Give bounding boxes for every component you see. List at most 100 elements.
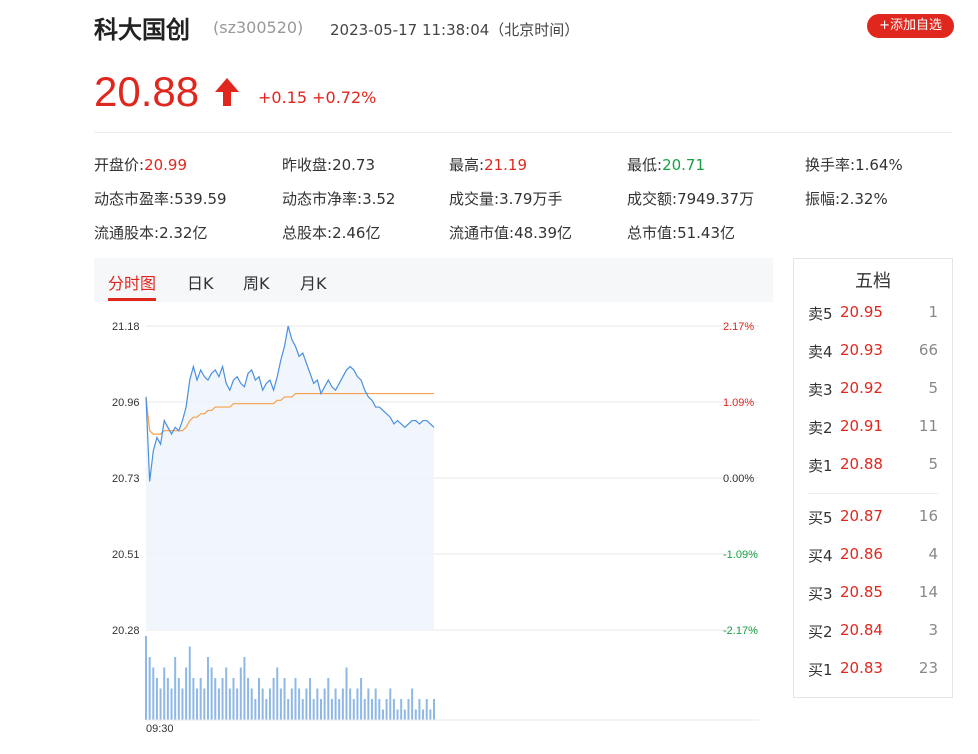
order-book-label: 卖4 [808,343,833,361]
volume-bar [352,699,355,720]
volume-bar [305,688,308,720]
volume-bar [414,709,417,720]
order-book-volume: 16 [918,507,938,525]
volume-bar [254,699,257,720]
volume-bar [236,688,239,720]
order-book-label: 卖5 [808,305,833,323]
order-book-volume: 5 [928,455,938,473]
order-book-label: 买2 [808,623,833,641]
order-book-volume: 4 [928,545,938,563]
volume-bar [279,688,282,720]
percent-tick-label: -1.09% [723,549,758,561]
bid-row-3: 买3 20.85 14 [808,583,938,607]
volume-bar [188,646,191,720]
volume-bar [232,678,235,720]
volume-bar [206,657,209,720]
order-book-label: 买1 [808,661,833,679]
stat-amount: 成交额:7949.37万 [627,190,755,208]
order-book-divider [808,493,938,494]
volume-bar [341,688,344,720]
order-book-label: 买4 [808,547,833,565]
volume-bar [298,688,301,720]
tab-monthly-k[interactable]: 月K [300,270,327,294]
ask-row-3: 卖3 20.92 5 [808,379,938,403]
stock-name: 科大国创 [94,16,190,44]
stat-float-shares: 流通股本:2.32亿 [94,224,208,242]
volume-bar [152,667,155,720]
order-book-price: 20.87 [840,507,883,525]
order-book-label: 卖1 [808,457,833,475]
volume-bar [422,709,425,720]
volume-bar [199,678,202,720]
volume-bar [210,667,213,720]
order-book-price: 20.93 [840,341,883,359]
volume-bar [155,678,158,720]
volume-bar [283,678,286,720]
volume-bar [228,688,231,720]
volume-bar [196,688,199,720]
volume-bar [276,667,279,720]
order-book-price: 20.91 [840,417,883,435]
volume-bar [367,688,370,720]
volume-bar [177,678,180,720]
volume-bar [268,688,271,720]
volume-bar [174,657,177,720]
volume-bar [407,699,410,720]
order-book-volume: 23 [918,659,938,677]
volume-bar [243,657,246,720]
volume-bar [389,688,392,720]
active-tab-indicator [108,298,156,301]
ask-row-5: 卖5 20.95 1 [808,303,938,327]
volume-bar [290,688,293,720]
volume-bar [181,688,184,720]
stat-pb: 动态市净率:3.52 [282,190,396,208]
volume-bar [301,699,304,720]
volume-bar [433,699,435,720]
order-book-price: 20.88 [840,455,883,473]
x-axis-label: 09:30 [146,723,174,735]
volume-bar [400,699,403,720]
volume-bar [360,678,363,720]
volume-bar [166,678,169,720]
price-tick-label: 21.18 [112,321,140,333]
order-book-label: 卖3 [808,381,833,399]
volume-bar [309,678,312,720]
tab-weekly-k[interactable]: 周K [243,270,270,294]
volume-bar [192,678,195,720]
order-book-label: 卖2 [808,419,833,437]
volume-bar [185,667,188,720]
volume-bar [327,678,330,720]
volume-bar [323,688,326,720]
stat-total-shares: 总股本:2.46亿 [282,224,381,242]
stat-open: 开盘价:20.99 [94,156,188,174]
volume-bar [378,699,381,720]
volume-bar [170,688,173,720]
order-book-price: 20.95 [840,303,883,321]
volume-bar [294,678,297,720]
volume-bar [316,688,319,720]
volume-bar [214,678,217,720]
stat-low: 最低:20.71 [627,156,706,174]
price-tick-label: 20.51 [112,549,140,561]
bid-row-5: 买5 20.87 16 [808,507,938,531]
volume-bar [363,699,366,720]
volume-bar [429,709,432,720]
order-book-title: 五档 [855,271,891,292]
volume-bar [371,699,374,720]
volume-bar [349,688,352,720]
tab-intraday[interactable]: 分时图 [108,270,156,294]
volume-bar [239,667,242,720]
order-book: 五档 卖5 20.95 1 卖4 20.93 66 卖3 20.92 5 卖2 20.91 11 卖1 2… [793,258,953,698]
volume-bar [411,688,414,720]
price-tick-label: 20.73 [112,473,140,485]
ask-row-2: 卖2 20.91 11 [808,417,938,441]
bid-row-4: 买4 20.86 4 [808,545,938,569]
stat-turnover: 换手率:1.64% [805,156,903,174]
volume-bar [287,699,290,720]
bid-row-1: 买1 20.83 23 [808,659,938,683]
order-book-volume: 14 [918,583,938,601]
add-to-watchlist-button[interactable]: +添加自选 [867,14,954,38]
order-book-price: 20.86 [840,545,883,563]
tab-daily-k[interactable]: 日K [187,270,214,294]
order-book-label: 买3 [808,585,833,603]
